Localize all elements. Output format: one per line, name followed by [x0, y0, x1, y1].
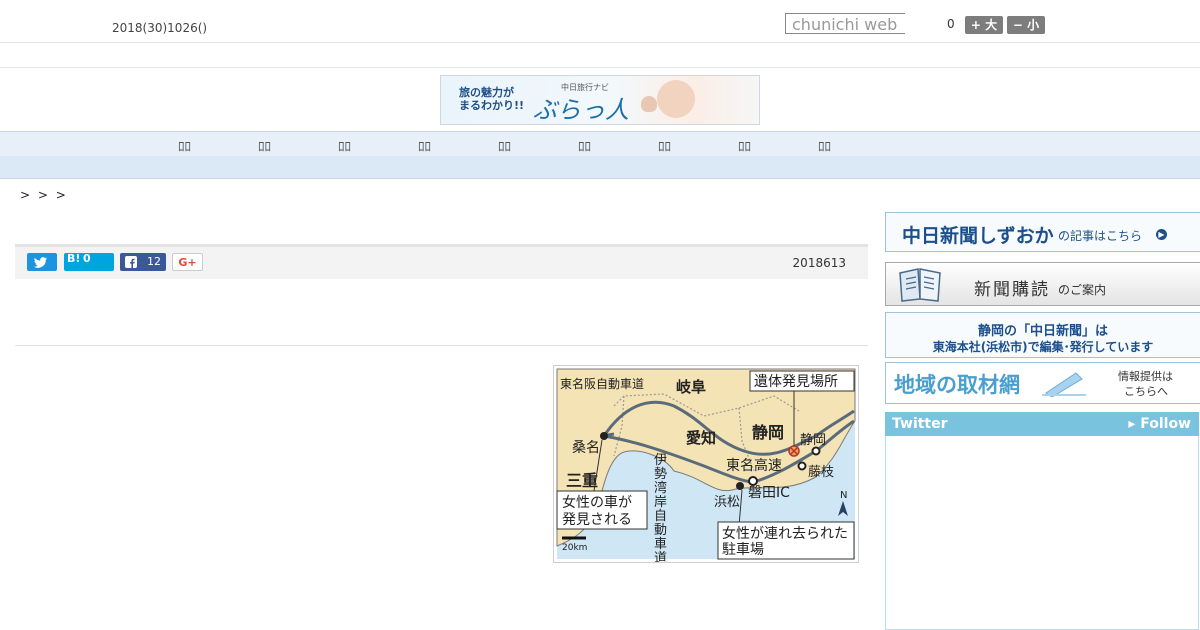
isewan-vertical-char: 岸: [654, 495, 667, 510]
article-date: 2018613: [792, 256, 846, 270]
iwata-ic-marker: [748, 476, 758, 486]
map-label-vertical: 伊勢湾岸自動車道: [654, 453, 667, 562]
hamamatsu-marker: [736, 482, 744, 490]
isewan-vertical-char: 伊: [654, 453, 667, 468]
map-label: 発見される: [562, 512, 632, 528]
isewan-vertical-char: 動: [654, 523, 667, 538]
isewan-vertical-char: 道: [654, 551, 667, 562]
hatena-count: 0: [83, 252, 91, 265]
nav-item[interactable]: ﾛﾛ: [738, 136, 751, 155]
hatena-label: B!: [67, 252, 81, 265]
twitter-follow-link[interactable]: ▸ Follow: [1128, 416, 1191, 432]
article-map-figure[interactable]: 東名阪自動車道 岐阜 遺体発見場所 愛知 静岡 静岡 桑名 三重 東名高速 藤枝…: [553, 365, 859, 566]
twitter-widget-header: Twitter ▸ Follow: [885, 412, 1199, 436]
north-label: N: [840, 490, 847, 501]
header-date: 2018(30)1026(): [112, 21, 208, 35]
main-nav: ﾛﾛ ﾛﾛ ﾛﾛ ﾛﾛ ﾛﾛ ﾛﾛ ﾛﾛ ﾛﾛ ﾛﾛ: [0, 131, 1200, 157]
map-label: 静岡: [752, 423, 784, 442]
map-label: 静岡: [800, 433, 826, 448]
nav-item[interactable]: ﾛﾛ: [498, 136, 511, 155]
box3-line2: 東海本社(浜松市)で編集･発行しています: [932, 340, 1154, 354]
search-input[interactable]: chunichi web: [785, 13, 905, 34]
box2-main: 新聞購読: [974, 280, 1050, 300]
tokai-office-info[interactable]: 静岡の「中日新聞」は 東海本社(浜松市)で編集･発行しています: [885, 312, 1200, 358]
breadcrumb[interactable]: > > >: [20, 188, 68, 202]
nav-item[interactable]: ﾛﾛ: [258, 136, 271, 155]
isewan-vertical-char: 自: [654, 509, 667, 524]
map-label: 女性の車が: [562, 494, 632, 511]
facebook-count: 12: [147, 255, 161, 268]
counter-value: 0: [947, 17, 955, 31]
pencil-icon: [1042, 372, 1086, 397]
map-label: 三重: [566, 471, 598, 490]
isewan-vertical-char: 車: [654, 537, 667, 552]
twitter-label: Twitter: [892, 416, 948, 432]
map-label: 浜松: [714, 495, 740, 510]
map-label: 藤枝: [808, 465, 834, 480]
nav-item[interactable]: ﾛﾛ: [578, 136, 591, 155]
isewan-vertical-char: 勢: [654, 467, 667, 482]
header-sub-strip: [0, 43, 1200, 68]
map-label: 磐田IC: [748, 485, 790, 501]
map-scale-label: 20km: [562, 543, 587, 553]
map-label: 東名阪自動車道: [560, 376, 644, 391]
map-label: 愛知: [686, 429, 716, 447]
arrow-circle-icon: ▶: [1156, 229, 1167, 240]
twitter-widget-body: [885, 436, 1199, 630]
font-smaller-button[interactable]: − 小: [1007, 16, 1045, 34]
travel-banner-ad[interactable]: 旅の魅力が まるわかり!! 中日旅行ナビ ぶらっ人: [440, 75, 760, 125]
share-bar: B! 0 12 G+ 2018613: [15, 244, 868, 279]
hatena-bookmark-button[interactable]: B! 0: [64, 252, 114, 271]
map-label: 駐車場: [722, 541, 764, 558]
chunichi-shizuoka-link[interactable]: 中日新聞しずおか の記事はこちら ▶: [885, 212, 1200, 252]
fujieda-marker: [797, 461, 807, 471]
isewan-vertical-char: 湾: [654, 480, 667, 496]
font-larger-button[interactable]: + 大: [965, 16, 1003, 34]
map-label: 岐阜: [676, 378, 706, 396]
box4-tail1: 情報提供は: [1118, 370, 1173, 383]
nav-item[interactable]: ﾛﾛ: [338, 136, 351, 155]
map-label: 遺体発見場所: [754, 374, 838, 390]
box1-main: 中日新聞しずおか: [902, 225, 1054, 247]
box4-main: 地域の取材網: [894, 373, 1020, 397]
sub-nav: [0, 156, 1200, 179]
map-label: 桑名: [572, 440, 600, 456]
twitter-icon: [34, 257, 47, 268]
gplus-share-button[interactable]: G+: [172, 253, 203, 271]
banner-tagline: 旅の魅力が まるわかり!!: [459, 86, 525, 112]
nav-item[interactable]: ﾛﾛ: [418, 136, 431, 155]
map-label: 女性が連れ去られた: [722, 525, 848, 542]
box1-tail: の記事はこちら: [1058, 229, 1143, 243]
model-photo: [657, 80, 695, 118]
shell-image: [641, 96, 657, 112]
regional-news-network-link[interactable]: 地域の取材網 情報提供は こちらへ: [885, 362, 1200, 404]
divider: [15, 345, 868, 346]
facebook-share-button[interactable]: 12: [120, 253, 166, 271]
kuwana-marker: [600, 432, 608, 440]
box4-tail2: こちらへ: [1124, 385, 1168, 398]
subscription-link[interactable]: 新聞購読 のご案内: [885, 262, 1200, 306]
box3-line1: 静岡の「中日新聞」は: [977, 324, 1108, 339]
nav-item[interactable]: ﾛﾛ: [178, 136, 191, 155]
box2-tail: のご案内: [1058, 283, 1107, 297]
nav-item[interactable]: ﾛﾛ: [818, 136, 831, 155]
newspaper-icon: [899, 268, 941, 302]
banner-brand: ぶらっ人: [533, 96, 629, 124]
map-label: 東名高速: [726, 457, 782, 474]
route-map: 東名阪自動車道 岐阜 遺体発見場所 愛知 静岡 静岡 桑名 三重 東名高速 藤枝…: [556, 368, 856, 566]
twitter-share-button[interactable]: [27, 253, 57, 271]
shizuoka-city-marker: [811, 446, 821, 456]
nav-item[interactable]: ﾛﾛ: [658, 136, 671, 155]
facebook-icon: [125, 256, 137, 268]
